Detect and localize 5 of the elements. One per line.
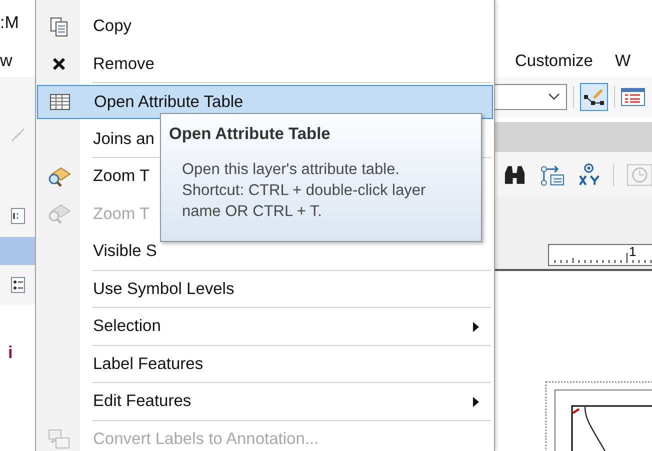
layer-name: i — [8, 343, 13, 363]
tooltip-title: Open Attribute Table — [169, 125, 332, 144]
tooltip-text: Open this layer's attribute table. Shortcut: CTRL + double-click layer name OR CTRL + T. — [181, 160, 427, 222]
window-title: :M — [0, 12, 19, 32]
ruler: 1 — [548, 244, 652, 266]
